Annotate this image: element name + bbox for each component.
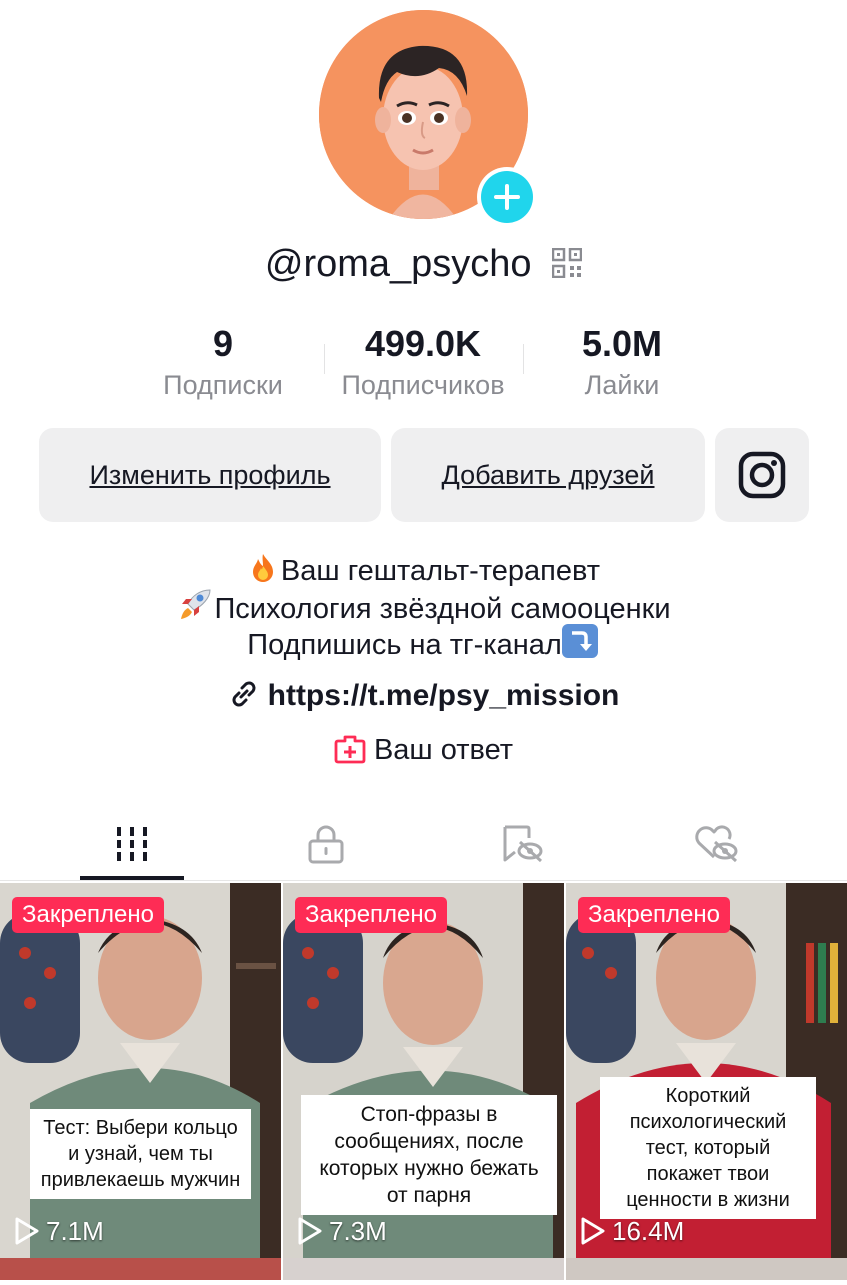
link-icon bbox=[228, 678, 260, 721]
edit-profile-button[interactable]: Изменить профиль bbox=[39, 428, 381, 522]
username: @roma_psycho bbox=[0, 240, 847, 290]
video-tile[interactable]: Закреплено Стоп-фразы в сообщениях, посл… bbox=[283, 883, 564, 1258]
add-avatar-button[interactable] bbox=[477, 167, 537, 227]
saved-hidden-icon bbox=[503, 825, 543, 863]
liked-hidden-icon bbox=[695, 825, 738, 863]
video-caption: Стоп-фразы в сообщениях, после которых н… bbox=[301, 1095, 557, 1215]
stat-followers-label: Подписчиков bbox=[341, 370, 505, 400]
stat-likes[interactable]: 5.0M Лайки bbox=[522, 322, 722, 404]
bio-link[interactable]: https://t.me/psy_mission bbox=[0, 676, 847, 721]
instagram-icon bbox=[738, 451, 786, 499]
video-caption: Короткий психологический тест, который п… bbox=[600, 1077, 816, 1219]
fire-icon bbox=[247, 552, 279, 593]
tab-videos[interactable] bbox=[26, 808, 238, 880]
grid-icon bbox=[117, 827, 147, 861]
play-icon bbox=[298, 1217, 322, 1245]
bio-text-2: Психология звёздной самооценки bbox=[214, 593, 671, 625]
next-row-thumbnails bbox=[0, 1258, 847, 1280]
view-count-text: 16.4M bbox=[612, 1216, 685, 1246]
view-count: 16.4M bbox=[580, 1216, 684, 1246]
stat-likes-value: 5.0M bbox=[581, 323, 663, 364]
qr-code-icon[interactable] bbox=[551, 242, 583, 290]
tab-private[interactable] bbox=[220, 808, 432, 880]
tabs-divider bbox=[0, 880, 847, 881]
pinned-badge: Закреплено bbox=[295, 897, 447, 933]
username-text: @roma_psycho bbox=[264, 243, 532, 285]
video-tile[interactable]: Закреплено Короткий психологический тест… bbox=[566, 883, 847, 1258]
stat-followers-value: 499.0K bbox=[364, 323, 482, 364]
edit-profile-label: Изменить профиль bbox=[89, 459, 331, 490]
bio-text-3: Подпишись на тг-канал bbox=[247, 629, 562, 661]
add-friends-button[interactable]: Добавить друзей bbox=[391, 428, 705, 522]
plus-icon bbox=[494, 184, 520, 210]
add-friends-label: Добавить друзей bbox=[441, 459, 655, 490]
answer-icon bbox=[334, 734, 366, 775]
stat-following-value: 9 bbox=[212, 323, 234, 364]
view-count: 7.1M bbox=[14, 1216, 104, 1246]
view-count: 7.3M bbox=[297, 1216, 387, 1246]
lock-icon bbox=[308, 825, 344, 864]
stat-following[interactable]: 9 Подписки bbox=[123, 322, 323, 404]
instagram-button[interactable] bbox=[715, 428, 809, 522]
stat-followers[interactable]: 499.0K Подписчиков bbox=[323, 322, 523, 404]
answer-button[interactable]: Ваш ответ bbox=[0, 730, 847, 775]
bio-line-1: Ваш гештальт-терапевт bbox=[0, 552, 847, 593]
stat-likes-label: Лайки bbox=[584, 370, 660, 400]
pinned-badge: Закреплено bbox=[12, 897, 164, 933]
tab-saved[interactable] bbox=[416, 808, 628, 880]
answer-label: Ваш ответ bbox=[373, 734, 514, 766]
video-thumbnail bbox=[0, 883, 281, 1258]
pinned-badge: Закреплено bbox=[578, 897, 730, 933]
play-icon bbox=[15, 1217, 39, 1245]
play-icon bbox=[581, 1217, 605, 1245]
stat-following-label: Подписки bbox=[163, 370, 283, 400]
bio-link-text: https://t.me/psy_mission bbox=[267, 679, 620, 712]
view-count-text: 7.1M bbox=[46, 1216, 104, 1246]
bio-line-3: Подпишись на тг-канал bbox=[0, 624, 847, 667]
tab-liked[interactable] bbox=[610, 808, 822, 880]
video-caption: Тест: Выбери кольцо и узнай, чем ты прив… bbox=[30, 1109, 251, 1199]
view-count-text: 7.3M bbox=[329, 1216, 387, 1246]
arrow-down-icon bbox=[561, 624, 598, 667]
video-tile[interactable]: Закреплено Тест: Выбери кольцо и узнай, … bbox=[0, 883, 281, 1258]
bio-text-1: Ваш гештальт-терапевт bbox=[280, 555, 601, 587]
